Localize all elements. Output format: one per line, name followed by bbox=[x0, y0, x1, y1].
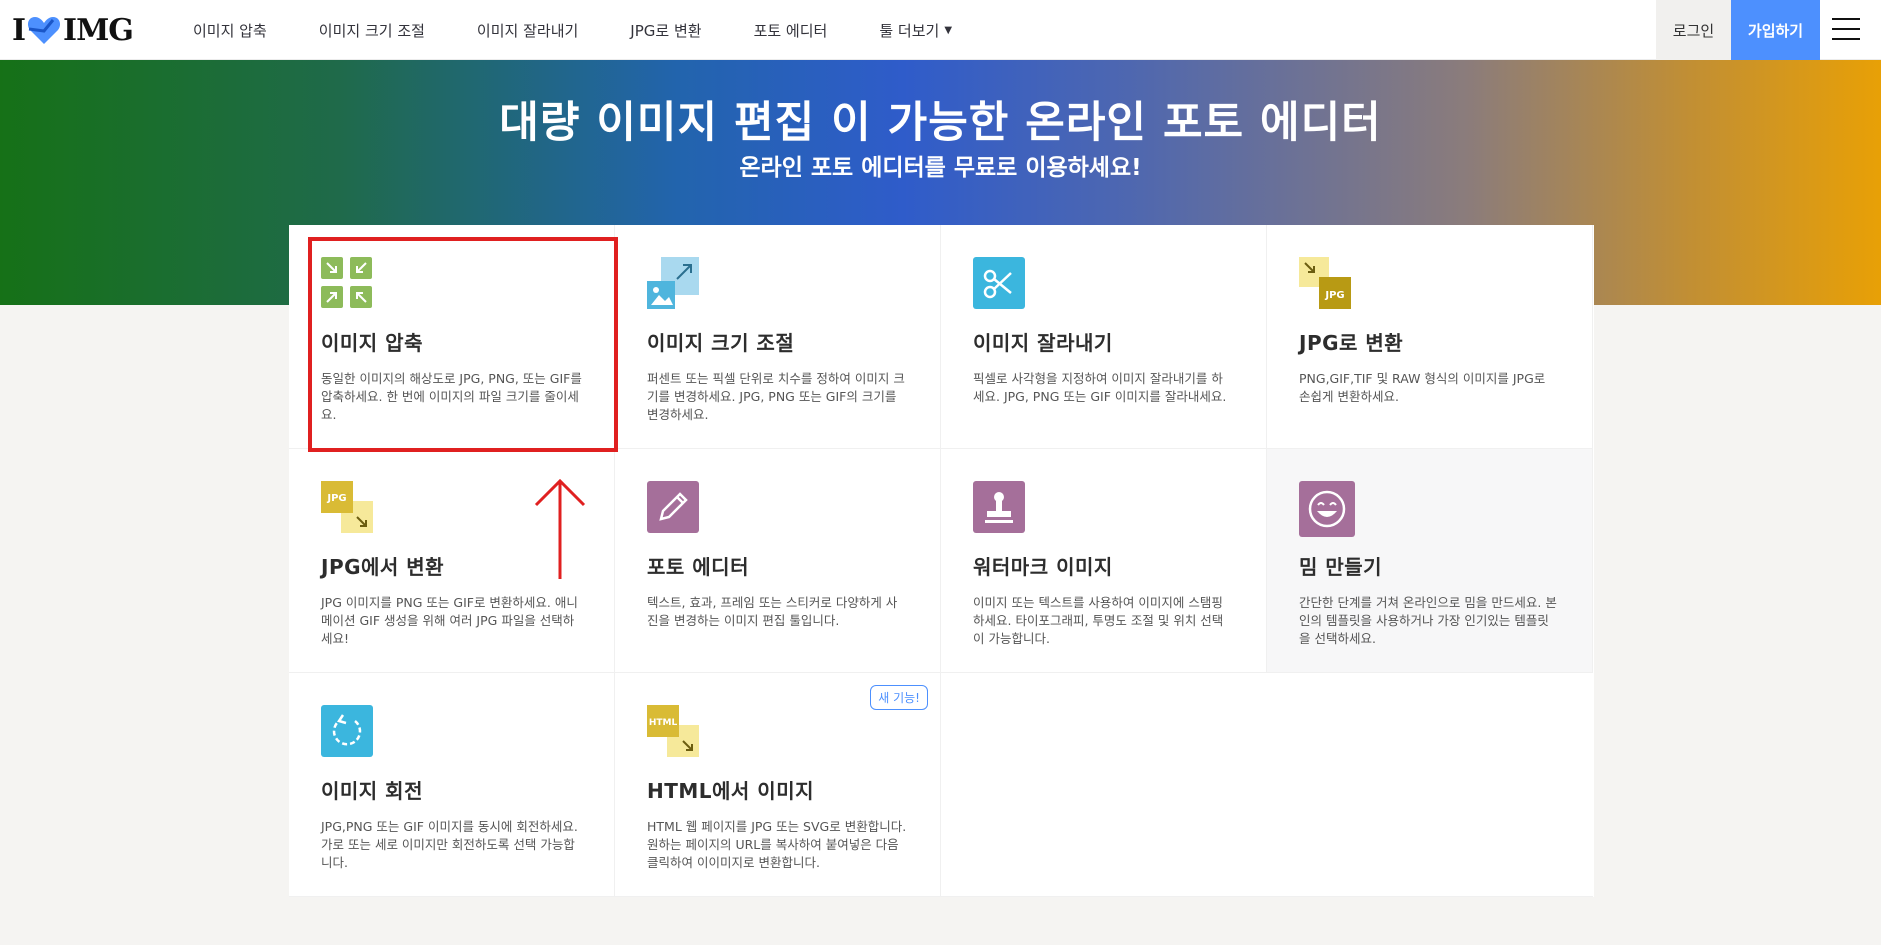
tool-card-watermark[interactable]: 워터마크 이미지 이미지 또는 텍스트를 사용하여 이미지에 스탬핑하세요. 타… bbox=[941, 449, 1267, 673]
tool-title: JPG로 변환 bbox=[1299, 331, 1404, 355]
stamp-icon bbox=[973, 481, 1025, 533]
iloveimg-logo[interactable]: I IMG bbox=[12, 12, 134, 48]
nav-item-resize[interactable]: 이미지 크기 조절 bbox=[319, 20, 425, 41]
tool-description: JPG 이미지를 PNG 또는 GIF로 변환하세요. 애니메이션 GIF 생성… bbox=[321, 595, 578, 646]
tool-card-meme[interactable]: 밈 만들기 간단한 단계를 거쳐 온라인으로 밈을 만드세요. 본인의 템플릿을… bbox=[1267, 449, 1593, 673]
logo-text-img: IMG bbox=[63, 12, 134, 48]
main-nav: 이미지 압축 이미지 크기 조절 이미지 잘라내기 JPG로 변환 포토 에디터… bbox=[172, 0, 983, 60]
empty-card bbox=[941, 673, 1267, 897]
to-jpg-icon: JPG bbox=[1299, 257, 1351, 309]
tool-title: 워터마크 이미지 bbox=[973, 555, 1113, 579]
tool-description: 픽셀로 사각형을 지정하여 이미지 잘라내기를 하세요. JPG, PNG 또는… bbox=[973, 371, 1227, 404]
tools-grid: 이미지 압축 동일한 이미지의 해상도로 JPG, PNG, 또는 GIF를 압… bbox=[289, 225, 1594, 897]
nav-item-crop[interactable]: 이미지 잘라내기 bbox=[477, 20, 578, 41]
tool-title: 밈 만들기 bbox=[1299, 555, 1383, 579]
tool-description: 간단한 단계를 거쳐 온라인으로 밈을 만드세요. 본인의 템플릿을 사용하거나… bbox=[1299, 595, 1557, 646]
tool-title: HTML에서 이미지 bbox=[647, 779, 814, 803]
tool-card-crop[interactable]: 이미지 잘라내기 픽셀로 사각형을 지정하여 이미지 잘라내기를 하세요. JP… bbox=[941, 225, 1267, 449]
smiley-icon bbox=[1299, 481, 1355, 537]
caret-down-icon: ▼ bbox=[944, 24, 953, 36]
signup-button[interactable]: 가입하기 bbox=[1731, 0, 1820, 60]
tool-description: PNG,GIF,TIF 및 RAW 형식의 이미지를 JPG로 손쉽게 변환하세… bbox=[1299, 371, 1546, 404]
tool-card-rotate[interactable]: 이미지 회전 JPG,PNG 또는 GIF 이미지를 동시에 회전하세요. 가로… bbox=[289, 673, 615, 897]
jpg-icon-label: JPG bbox=[326, 493, 346, 504]
tool-title: 이미지 잘라내기 bbox=[973, 331, 1113, 355]
tool-title: 포토 에디터 bbox=[647, 555, 749, 579]
nav-item-more-tools[interactable]: 툴 더보기 ▼ bbox=[879, 20, 952, 41]
from-jpg-icon: JPG bbox=[321, 481, 373, 533]
tool-title: 이미지 크기 조절 bbox=[647, 331, 795, 355]
nav-item-convert-jpg[interactable]: JPG로 변환 bbox=[630, 20, 701, 41]
login-button[interactable]: 로그인 bbox=[1656, 0, 1731, 60]
empty-card bbox=[1267, 673, 1593, 897]
up-arrow-icon bbox=[534, 478, 586, 579]
jpg-icon-label: JPG bbox=[1324, 290, 1344, 301]
tool-description: HTML 웹 페이지를 JPG 또는 SVG로 변환합니다. 원하는 페이지의 … bbox=[647, 819, 907, 870]
logo-text-i: I bbox=[12, 12, 26, 48]
pencil-icon bbox=[647, 481, 699, 533]
tool-card-resize[interactable]: 이미지 크기 조절 퍼센트 또는 픽셀 단위로 치수를 정하여 이미지 크기를 … bbox=[615, 225, 941, 449]
html-icon: HTML bbox=[647, 705, 699, 757]
hero-title: 대량 이미지 편집 이 가능한 온라인 포토 에디터 bbox=[499, 98, 1382, 148]
resize-icon bbox=[647, 257, 699, 309]
tool-description: JPG,PNG 또는 GIF 이미지를 동시에 회전하세요. 가로 또는 세로 … bbox=[321, 819, 578, 870]
tool-card-convert-to-jpg[interactable]: JPG JPG로 변환 PNG,GIF,TIF 및 RAW 형식의 이미지를 J… bbox=[1267, 225, 1593, 449]
tool-card-html-to-image[interactable]: 새 기능! HTML HTML에서 이미지 HTML 웹 페이지를 JPG 또는… bbox=[615, 673, 941, 897]
hamburger-menu-icon[interactable] bbox=[1832, 18, 1860, 42]
tool-description: 동일한 이미지의 해상도로 JPG, PNG, 또는 GIF를 압축하세요. 한… bbox=[321, 371, 582, 422]
tool-card-compress[interactable]: 이미지 압축 동일한 이미지의 해상도로 JPG, PNG, 또는 GIF를 압… bbox=[289, 225, 615, 449]
tool-description: 텍스트, 효과, 프레임 또는 스티커로 다양하게 사진을 변경하는 이미지 편… bbox=[647, 595, 898, 628]
compress-icon bbox=[321, 257, 373, 309]
tool-title: 이미지 회전 bbox=[321, 779, 423, 803]
heart-icon bbox=[28, 17, 61, 44]
html-icon-label: HTML bbox=[649, 718, 678, 728]
top-navbar: I IMG 이미지 압축 이미지 크기 조절 이미지 잘라내기 JPG로 변환 … bbox=[0, 0, 1881, 60]
nav-item-compress[interactable]: 이미지 압축 bbox=[193, 20, 267, 41]
hero-subtitle: 온라인 포토 에디터를 무료로 이용하세요! bbox=[739, 155, 1142, 181]
tool-description: 이미지 또는 텍스트를 사용하여 이미지에 스탬핑하세요. 타이포그래피, 투명… bbox=[973, 595, 1224, 646]
tool-description: 퍼센트 또는 픽셀 단위로 치수를 정하여 이미지 크기를 변경하세요. JPG… bbox=[647, 371, 905, 422]
nav-item-photo-editor[interactable]: 포토 에디터 bbox=[754, 20, 828, 41]
rotate-icon bbox=[321, 705, 373, 757]
crop-icon bbox=[973, 257, 1025, 309]
tool-card-photo-editor[interactable]: 포토 에디터 텍스트, 효과, 프레임 또는 스티커로 다양하게 사진을 변경하… bbox=[615, 449, 941, 673]
new-feature-badge: 새 기능! bbox=[870, 685, 928, 710]
tool-title: 이미지 압축 bbox=[321, 331, 423, 355]
